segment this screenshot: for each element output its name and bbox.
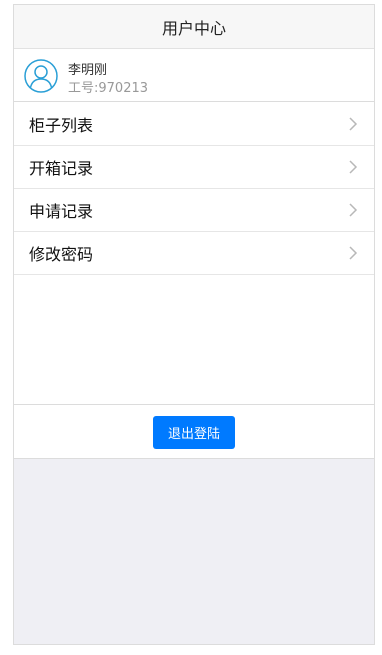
menu-item-application-records[interactable]: 申请记录 [14,189,374,232]
chevron-right-icon [349,160,358,174]
user-info: 李明刚 工号:970213 [14,49,374,102]
phone-frame: 用户中心 李明刚 工号:970213 柜子列表 开箱记录 申请记录 修改密码 退… [13,4,375,645]
chevron-right-icon [349,246,358,260]
menu-item-open-records[interactable]: 开箱记录 [14,146,374,189]
content-area: 李明刚 工号:970213 柜子列表 开箱记录 申请记录 修改密码 退出登陆 [14,49,374,459]
user-name: 李明刚 [68,63,108,78]
logout-bar: 退出登陆 [14,404,374,459]
employee-id: 工号:970213 [68,81,149,96]
user-avatar-icon [24,59,58,93]
menu-list: 柜子列表 开箱记录 申请记录 修改密码 [14,103,374,275]
nav-header: 用户中心 [14,5,374,49]
menu-item-label: 柜子列表 [29,116,94,135]
menu-item-change-password[interactable]: 修改密码 [14,232,374,275]
menu-item-cabinet-list[interactable]: 柜子列表 [14,103,374,146]
menu-item-label: 申请记录 [29,202,94,221]
chevron-right-icon [349,117,358,131]
menu-item-label: 开箱记录 [29,159,94,178]
menu-item-label: 修改密码 [29,245,94,264]
logout-button[interactable]: 退出登陆 [153,416,235,449]
chevron-right-icon [349,203,358,217]
page-title: 用户中心 [161,18,226,38]
